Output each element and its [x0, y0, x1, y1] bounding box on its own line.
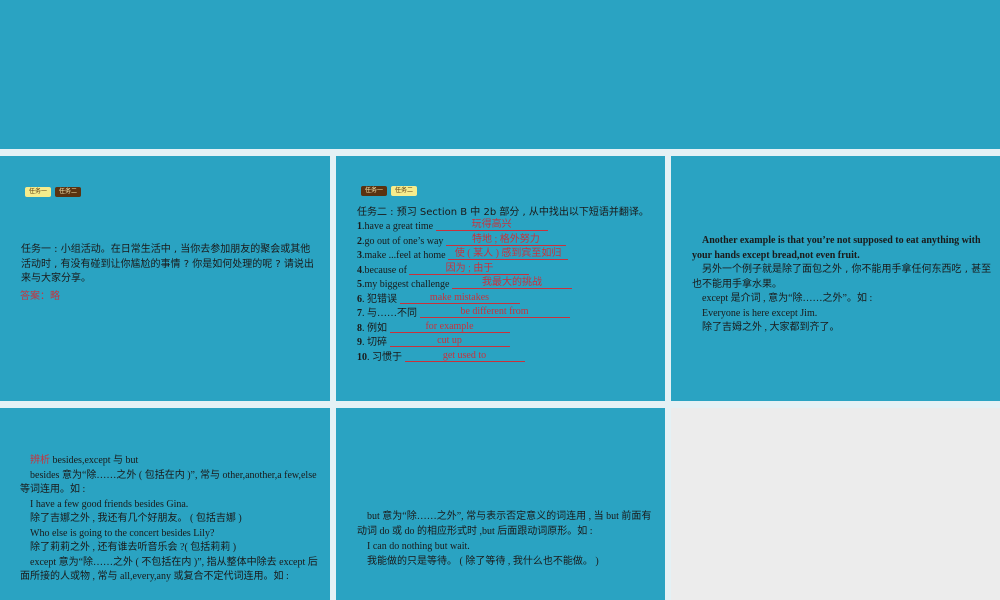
phrase-prompt: .my biggest challenge — [362, 279, 450, 290]
phrase-answer[interactable]: make mistakes — [399, 292, 520, 304]
analysis-heading: besides,except 与 but — [52, 455, 139, 466]
slide-task-two[interactable]: 任务一 任务二 任务二 : 预习 Section B 中 2b 部分 , 从中找… — [336, 156, 665, 401]
phrase-item: 4.because of 因为 ; 由于 — [357, 263, 572, 279]
phrase-prompt: .make ...feel at home — [362, 250, 446, 261]
slide-but-usage[interactable]: but 意为“除……之外”, 常与表示否定意义的词连用 , 当 but 前面有动… — [336, 408, 665, 600]
analysis-label: 辨析 — [30, 455, 50, 466]
phrase-answer[interactable]: be different from — [419, 307, 570, 318]
phrase-item: 10. 习惯于 get used to — [357, 350, 572, 366]
phrase-answer[interactable]: for example — [389, 321, 510, 333]
answer-text: 答案：略 — [20, 291, 60, 302]
phrase-answer[interactable]: get used to — [404, 350, 525, 362]
phrase-prompt: .have a great time — [362, 221, 434, 232]
phrase-answer[interactable]: 我最大的挑战 — [451, 278, 572, 289]
slide-except-example[interactable]: Another example is that you’re not suppo… — [671, 156, 1000, 401]
phrase-item: 7. 与……不同 be different from — [357, 307, 572, 322]
example-chinese: 另外一个例子就是除了面包之外 , 你不能用手拿任何东西吃 , 甚至也不能用手拿水… — [692, 264, 992, 290]
phrase-item: 8. 例如 for example — [357, 321, 572, 337]
task-tabs: 任务一 任务二 — [25, 187, 82, 197]
phrase-item: 1.have a great time 玩得高兴 — [357, 220, 572, 235]
phrase-answer[interactable]: 因为 ; 由于 — [409, 263, 530, 275]
note-line: I have a few good friends besides Gina. — [30, 498, 189, 510]
slide-top[interactable] — [0, 0, 1000, 149]
example-sentence-en: Everyone is here except Jim. — [702, 307, 818, 319]
except-note: except 是介词 , 意为“除……之外”。如 : — [702, 293, 873, 304]
phrase-answer[interactable]: 玩得高兴 — [435, 220, 548, 231]
phrase-prompt: .go out of one’s way — [362, 235, 444, 247]
phrase-prompt: .because of — [362, 264, 407, 276]
tab-task-two[interactable]: 任务二 — [55, 187, 82, 197]
tab-task-one[interactable]: 任务一 — [25, 187, 52, 197]
note-line: 除了莉莉之外 , 还有谁去听音乐会 ?( 包括莉莉 ) — [30, 542, 237, 553]
note-line: besides 意为“除……之外 ( 包括在内 )”, 常与 other,ano… — [20, 469, 317, 496]
phrase-item: 2.go out of one’s way 特地 ; 格外努力 — [357, 234, 572, 250]
phrase-answer[interactable]: cut up — [389, 336, 510, 347]
example-english: Another example is that you’re not suppo… — [692, 235, 981, 261]
phrase-prompt: . 习惯于 — [367, 351, 402, 363]
tab-task-one[interactable]: 任务一 — [361, 186, 388, 196]
phrase-prompt: . 切碎 — [362, 337, 387, 348]
slide-empty — [671, 408, 1000, 600]
phrase-item: 9. 切碎 cut up — [357, 336, 572, 351]
task-two-title: 任务二 : 预习 Section B 中 2b 部分 , 从中找出以下短语并翻译… — [357, 207, 649, 218]
note-line: 我能做的只是等待。 ( 除了等待 , 我什么也不能做。 ) — [367, 556, 599, 567]
phrase-item: 5.my biggest challenge 我最大的挑战 — [357, 278, 572, 293]
task-tabs: 任务一 任务二 — [361, 186, 418, 196]
phrase-prompt: . 与……不同 — [362, 308, 417, 319]
tab-task-two[interactable]: 任务二 — [391, 186, 418, 196]
phrase-prompt: . 犯错误 — [362, 293, 397, 305]
note-line: Who else is going to the concert besides… — [30, 527, 215, 539]
phrase-item: 3.make ...feel at home 使 ( 某人 ) 感到宾至如归 — [357, 249, 572, 264]
phrase-number: 10 — [357, 351, 367, 363]
note-line: 除了吉娜之外 , 我还有几个好朋友。 ( 包括吉娜 ) — [30, 513, 242, 524]
task-one-text: 任务一 : 小组活动。在日常生活中 , 当你去参加朋友的聚会或其他活动时 , 有… — [21, 244, 314, 284]
slide-besides-except-but[interactable]: 辨析 besides,except 与 but besides 意为“除……之外… — [0, 408, 330, 600]
phrase-prompt: . 例如 — [362, 322, 387, 334]
phrase-answer[interactable]: 使 ( 某人 ) 感到宾至如归 — [448, 249, 569, 260]
phrase-list: 1.have a great time 玩得高兴 2.go out of one’… — [357, 220, 572, 365]
note-line: but 意为“除……之外”, 常与表示否定意义的词连用 , 当 but 前面有动… — [357, 511, 652, 537]
note-line: I can do nothing but wait. — [367, 541, 470, 552]
slide-task-one[interactable]: 任务一 任务二 任务一 : 小组活动。在日常生活中 , 当你去参加朋友的聚会或其… — [0, 156, 330, 401]
note-line: except 意为“除……之外 ( 不包括在内 )”, 指从整体中除去 exce… — [20, 556, 318, 583]
phrase-answer[interactable]: 特地 ; 格外努力 — [445, 234, 566, 246]
phrase-item: 6. 犯错误 make mistakes — [357, 292, 572, 308]
example-sentence-zh: 除了吉姆之外 , 大家都到齐了。 — [702, 322, 840, 333]
